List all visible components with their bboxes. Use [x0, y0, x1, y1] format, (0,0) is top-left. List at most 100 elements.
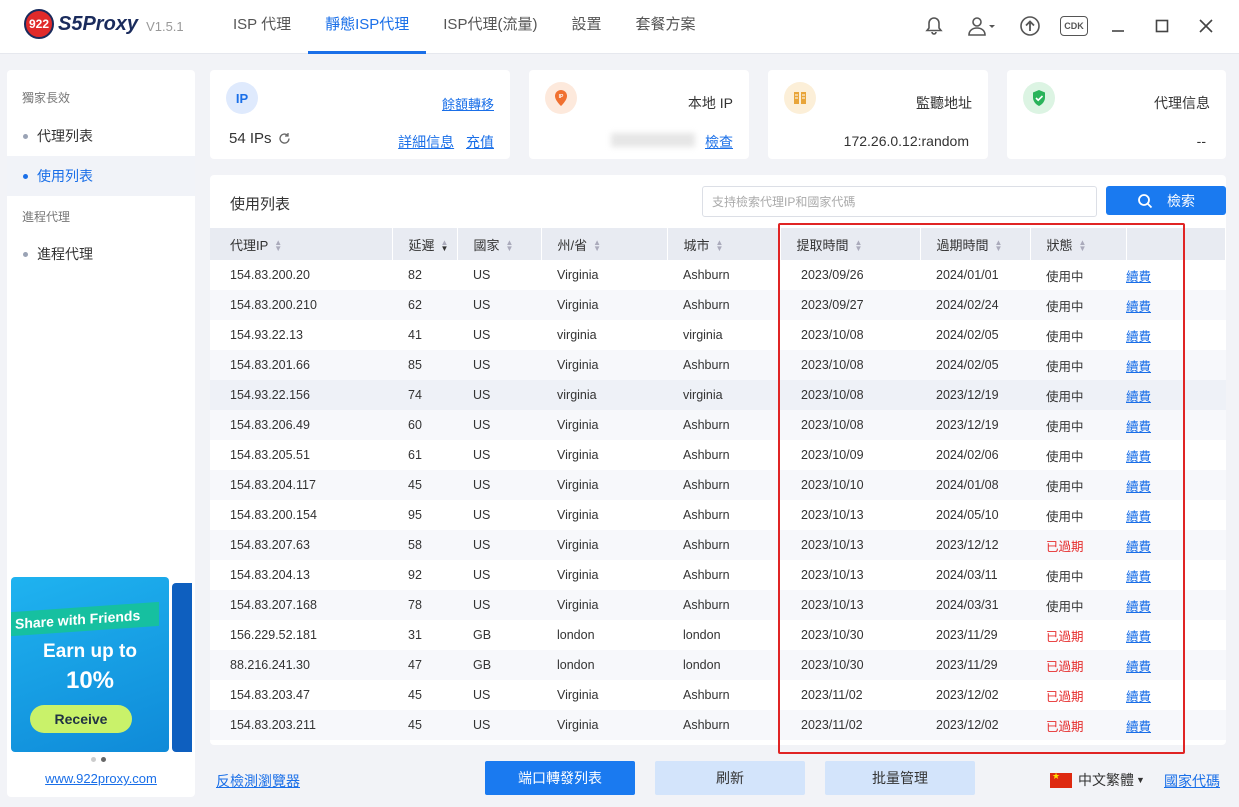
table-row[interactable]: 154.83.207.63 58 US Virginia Ashburn 2023/10/…	[210, 530, 1226, 560]
col-status-label: 狀態	[1046, 237, 1073, 253]
tab-isp-proxy[interactable]: ISP 代理	[216, 0, 308, 54]
renew-link[interactable]: 續費	[1126, 650, 1226, 680]
promo-banner-next[interactable]	[172, 583, 192, 752]
sort-icon[interactable]: ▲ ▼	[716, 239, 724, 253]
table-row[interactable]: 88.216.241.30 47 GB london london 2023/10/30 2…	[210, 650, 1226, 680]
table-row[interactable]: 154.93.22.156 74 US virginia virginia 2023/10…	[210, 380, 1226, 410]
renew-link[interactable]: 續費	[1126, 500, 1226, 530]
cell-fetch-time: 2023/10/08	[780, 410, 920, 440]
cell-state: Virginia	[541, 530, 667, 560]
table-row[interactable]: 154.83.204.117 45 US Virginia Ashburn 2023/10…	[210, 470, 1226, 500]
sidebar-item-process-proxy[interactable]: 進程代理	[7, 234, 195, 274]
table-row[interactable]: 154.83.203.211 45 US Virginia Ashburn 2023/11…	[210, 710, 1226, 740]
maximize-icon[interactable]	[1147, 12, 1177, 40]
col-status[interactable]: 狀態 ▲ ▼	[1030, 228, 1127, 260]
renew-link[interactable]: 續費	[1126, 350, 1226, 380]
refresh-icon[interactable]	[278, 132, 291, 145]
close-icon[interactable]	[1191, 12, 1221, 40]
sort-icon[interactable]: ▲ ▼	[855, 239, 863, 253]
sort-icon[interactable]: ▲ ▼	[1079, 239, 1087, 253]
table-row[interactable]: 154.83.203.47 45 US Virginia Ashburn 2023/11/…	[210, 680, 1226, 710]
table-row[interactable]: 154.93.22.13 41 US virginia virginia 2023/10/…	[210, 320, 1226, 350]
col-expire-time[interactable]: 過期時間 ▲ ▼	[920, 228, 1031, 260]
sort-icon[interactable]: ▲ ▼	[995, 239, 1003, 253]
renew-link[interactable]: 續費	[1126, 260, 1226, 290]
carousel-dot[interactable]	[91, 757, 96, 762]
renew-link[interactable]: 續費	[1126, 470, 1226, 500]
cell-status: 使用中	[1046, 329, 1084, 344]
search-icon	[1138, 193, 1153, 208]
sort-icon[interactable]: ▲ ▼	[593, 239, 601, 253]
batch-manage-button[interactable]: 批量管理	[825, 761, 975, 795]
proxy-info-value: --	[1196, 133, 1206, 149]
sidebar-item-usage-list[interactable]: 使用列表	[7, 156, 195, 196]
col-city-label: 城市	[683, 237, 710, 253]
bell-icon[interactable]	[919, 12, 949, 40]
minimize-icon[interactable]	[1103, 12, 1133, 40]
col-fetch-time-label: 提取時間	[796, 237, 849, 253]
check-link[interactable]: 檢查	[705, 132, 733, 152]
renew-link[interactable]: 續費	[1126, 710, 1226, 740]
anti-detect-browser-link[interactable]: 反檢測瀏覽器	[216, 771, 300, 791]
cell-country: US	[457, 290, 541, 320]
refresh-button[interactable]: 刷新	[655, 761, 805, 795]
table-row[interactable]: 154.83.200.210 62 US Virginia Ashburn 2023/09…	[210, 290, 1226, 320]
table-row[interactable]: 154.83.200.154 95 US Virginia Ashburn 2023/10…	[210, 500, 1226, 530]
tab-plans[interactable]: 套餐方案	[618, 0, 712, 54]
renew-link[interactable]: 續費	[1126, 290, 1226, 320]
col-proxy-ip[interactable]: 代理IP ▲ ▼	[210, 228, 393, 260]
sort-icon[interactable]: ▲ ▼	[274, 239, 282, 253]
renew-link[interactable]: 續費	[1126, 410, 1226, 440]
col-city[interactable]: 城市 ▲ ▼	[667, 228, 781, 260]
search-input[interactable]	[702, 186, 1097, 217]
panel-title: 使用列表	[230, 196, 291, 213]
cdk-icon[interactable]: CDK	[1059, 12, 1089, 40]
renew-link[interactable]: 續費	[1126, 590, 1226, 620]
sort-desc-icon[interactable]: ▲ ▼	[441, 239, 449, 253]
cell-latency: 58	[392, 530, 457, 560]
col-latency[interactable]: 延遲 ▲ ▼	[392, 228, 458, 260]
cell-state: Virginia	[557, 508, 599, 522]
language-selector[interactable]: 中文繁體 ▼	[1050, 770, 1145, 790]
table-row[interactable]: 154.83.207.168 78 US Virginia Ashburn 2023/10…	[210, 590, 1226, 620]
receive-button[interactable]: Receive	[30, 705, 132, 733]
renew-link[interactable]: 續費	[1126, 440, 1226, 470]
port-forward-list-button[interactable]: 端口轉發列表	[485, 761, 635, 795]
cell-country: US	[473, 328, 491, 342]
tab-isp-proxy-traffic[interactable]: ISP代理(流量)	[426, 0, 554, 54]
renew-link[interactable]: 續費	[1126, 530, 1226, 560]
tab-settings[interactable]: 設置	[554, 0, 618, 54]
sort-icon[interactable]: ▲ ▼	[506, 239, 514, 253]
table-row[interactable]: 154.83.200.20 82 US Virginia Ashburn 2023/09/…	[210, 260, 1226, 290]
promo-banner[interactable]: Share with Friends Earn up to 10% Receiv…	[11, 577, 169, 752]
renew-link[interactable]: 續費	[1126, 680, 1226, 710]
sidebar-item-proxy-list[interactable]: 代理列表	[7, 116, 195, 156]
table-row[interactable]: 154.83.205.51 61 US Virginia Ashburn 2023/10/…	[210, 440, 1226, 470]
cell-status: 已過期	[1046, 629, 1084, 644]
cell-status: 使用中	[1046, 449, 1084, 464]
tab-static-isp-proxy[interactable]: 靜態ISP代理	[308, 0, 427, 54]
table-row[interactable]: 154.83.206.49 60 US Virginia Ashburn 2023/10/…	[210, 410, 1226, 440]
renew-link[interactable]: 續費	[1126, 620, 1226, 650]
search-button[interactable]: 檢索	[1106, 186, 1226, 215]
upload-icon[interactable]	[1015, 12, 1045, 40]
detail-info-link[interactable]: 詳細信息	[398, 134, 454, 150]
renew-link[interactable]: 續費	[1126, 560, 1226, 590]
col-country[interactable]: 國家 ▲ ▼	[457, 228, 542, 260]
renew-link[interactable]: 續費	[1126, 380, 1226, 410]
table-row[interactable]: 154.83.201.66 85 US Virginia Ashburn 2023/10/…	[210, 350, 1226, 380]
cell-city: Ashburn	[667, 470, 780, 500]
cell-fetch-time: 2023/10/30	[801, 628, 864, 642]
website-link[interactable]: www.922proxy.com	[7, 771, 195, 786]
cell-fetch-time: 2023/10/30	[780, 650, 920, 680]
carousel-dot-active[interactable]	[101, 757, 106, 762]
col-state[interactable]: 州/省 ▲ ▼	[541, 228, 668, 260]
col-fetch-time[interactable]: 提取時間 ▲ ▼	[780, 228, 921, 260]
recharge-link[interactable]: 充值	[466, 134, 494, 150]
balance-transfer-link[interactable]: 餘額轉移	[442, 94, 494, 113]
user-icon[interactable]	[963, 12, 1001, 40]
table-row[interactable]: 154.83.204.13 92 US Virginia Ashburn 2023/10/…	[210, 560, 1226, 590]
table-row[interactable]: 156.229.52.181 31 GB london london 2023/10/30…	[210, 620, 1226, 650]
renew-link[interactable]: 續費	[1126, 320, 1226, 350]
country-code-link[interactable]: 國家代碼	[1164, 771, 1220, 791]
